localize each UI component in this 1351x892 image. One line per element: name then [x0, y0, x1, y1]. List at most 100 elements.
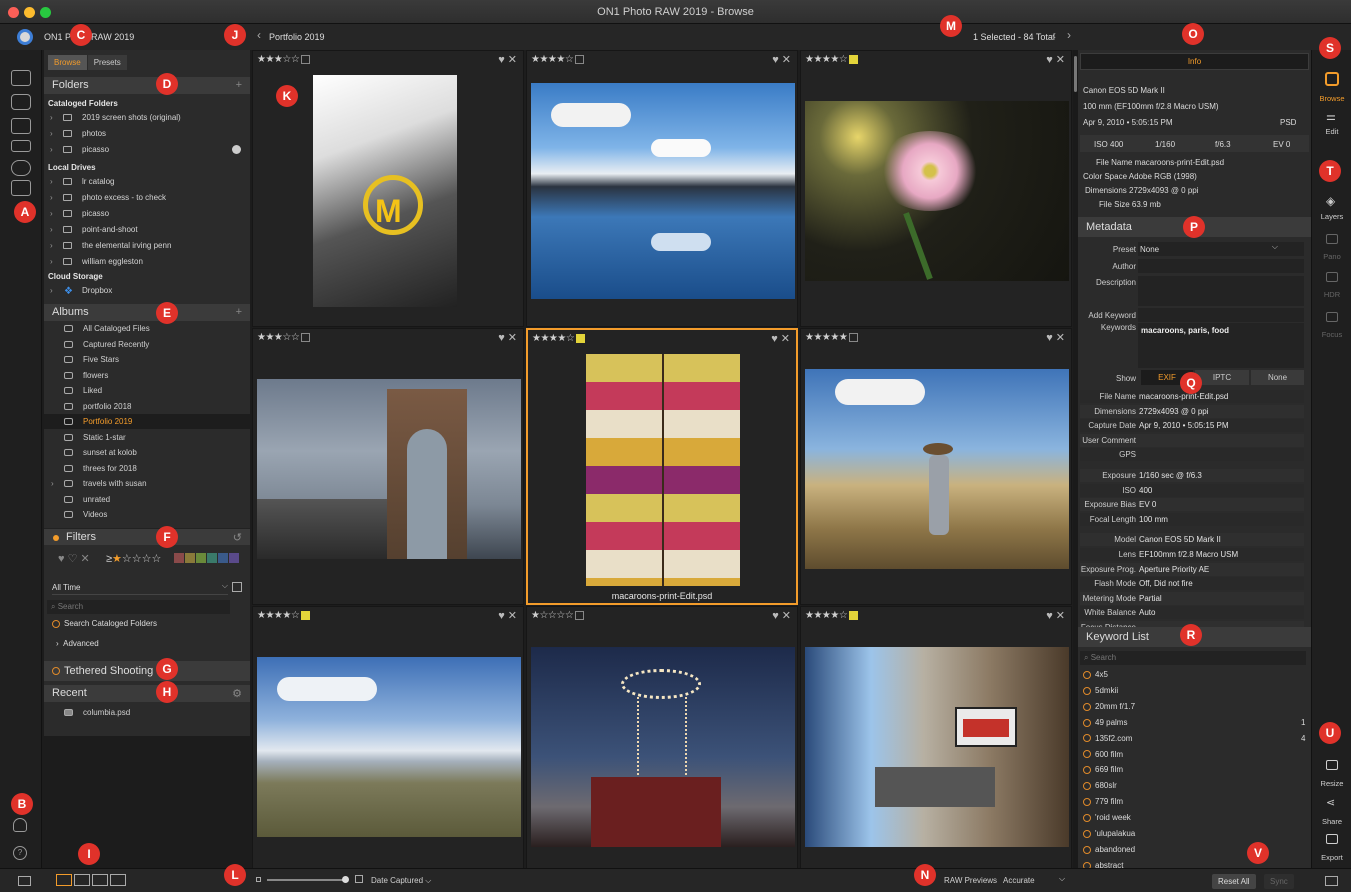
share-label[interactable]: Share	[1312, 817, 1351, 826]
compare-view-icon[interactable]	[110, 874, 126, 886]
color-label[interactable]	[301, 610, 311, 620]
monitor-icon[interactable]	[11, 70, 31, 86]
keyword-item[interactable]: 600 film	[1083, 750, 1309, 759]
star-rating[interactable]: ★★★★☆	[532, 333, 586, 344]
tethered-header[interactable]: Tethered Shooting	[44, 661, 250, 681]
color-label-swatch[interactable]	[185, 553, 195, 563]
photo-thumbnail[interactable]	[805, 369, 1069, 569]
keyword-item[interactable]: 779 film	[1083, 797, 1309, 806]
tab-browse[interactable]: Browse	[48, 55, 87, 70]
like-reject-icons[interactable]: ♥ ✕	[771, 332, 790, 345]
color-label[interactable]	[849, 54, 859, 64]
recent-header[interactable]: Recent ⚙	[44, 685, 250, 702]
search-cataloged-option[interactable]: Search Cataloged Folders	[52, 619, 157, 628]
layers-icon[interactable]: ◈	[1326, 194, 1335, 208]
layers-mode-label[interactable]: Layers	[1312, 212, 1351, 221]
albums-icon[interactable]	[11, 180, 31, 196]
star-rating[interactable]: ★★★★★	[805, 332, 859, 343]
star-rating[interactable]: ★★★★☆	[531, 54, 585, 65]
color-label-swatch[interactable]	[218, 553, 228, 563]
sort-select[interactable]: Date Captured ⌵	[371, 876, 431, 886]
color-label[interactable]	[575, 610, 585, 620]
toggle-right-panel-icon[interactable]	[1325, 876, 1338, 886]
album-item[interactable]: All Cataloged Files	[44, 321, 250, 336]
keyword-checkbox-icon[interactable]	[1083, 750, 1091, 759]
camera-icon[interactable]	[11, 94, 31, 110]
resize-icon[interactable]	[1326, 760, 1338, 770]
resize-label[interactable]: Resize	[1312, 779, 1351, 788]
keyword-checkbox-icon[interactable]	[1083, 734, 1091, 743]
albums-header[interactable]: Albums +	[44, 304, 250, 321]
keyword-checkbox-icon[interactable]	[1083, 845, 1091, 854]
edit-mode-label[interactable]: Edit	[1312, 127, 1351, 136]
thumbnail-cell[interactable]: ★★★★☆ ♥ ✕ macaroons-print-Edit.psd	[526, 328, 798, 605]
keyword-checkbox-icon[interactable]	[1083, 686, 1091, 695]
keywords-field[interactable]: macaroons, paris, food	[1138, 323, 1304, 368]
photo-thumbnail[interactable]	[257, 657, 521, 837]
keyword-checkbox-icon[interactable]	[1083, 670, 1091, 679]
photo-thumbnail[interactable]	[805, 647, 1069, 847]
color-label[interactable]	[849, 332, 859, 342]
export-label[interactable]: Export	[1312, 853, 1351, 862]
album-item[interactable]: threes for 2018	[44, 461, 250, 476]
like-reject-icons[interactable]: ♥ ✕	[772, 609, 791, 622]
drive-row[interactable]: › the elemental irving penn	[44, 239, 250, 253]
keyword-item[interactable]: 'ulupalakua	[1083, 829, 1309, 838]
photo-thumbnail[interactable]	[586, 354, 740, 586]
thumbnail-cell[interactable]: ★★★★☆ ♥ ✕	[252, 606, 524, 883]
calendar-icon[interactable]	[232, 582, 242, 592]
recent-item[interactable]: columbia.psd	[44, 705, 250, 720]
keyword-item[interactable]: 135f2.com 4	[1083, 734, 1309, 743]
album-item[interactable]: Liked	[44, 383, 250, 398]
grid-scroll-thumb[interactable]	[1074, 56, 1077, 92]
keyword-checkbox-icon[interactable]	[1083, 766, 1091, 775]
folder-row[interactable]: › picasso	[44, 143, 250, 157]
sync-button[interactable]: Sync	[1264, 874, 1294, 889]
show-iptc-button[interactable]: IPTC	[1195, 370, 1249, 385]
star-rating[interactable]: ★★★★☆	[805, 54, 859, 65]
drive-row[interactable]: › picasso	[44, 207, 250, 221]
keyword-item[interactable]: 669 film	[1083, 765, 1309, 774]
photo-thumbnail[interactable]	[531, 83, 795, 299]
like-reject-icons[interactable]: ♥ ✕	[498, 609, 517, 622]
browse-icon[interactable]	[1325, 72, 1339, 86]
album-item[interactable]: Portfolio 2019	[44, 414, 250, 429]
cloud-row[interactable]: › ❖ Dropbox	[44, 284, 250, 298]
color-label-swatch[interactable]	[229, 553, 239, 563]
photo-thumbnail[interactable]	[257, 379, 521, 559]
next-chevron-icon[interactable]: ›	[1067, 28, 1071, 42]
like-reject-icons[interactable]: ♥ ✕	[498, 331, 517, 344]
thumbnail-cell[interactable]: ★★★★☆ ♥ ✕	[800, 50, 1072, 327]
like-filter-icons[interactable]: ♥ ♡ ✕	[58, 552, 90, 565]
keyword-checkbox-icon[interactable]	[1083, 782, 1091, 791]
star-rating[interactable]: ★★★★☆	[805, 610, 859, 621]
drive-icon[interactable]	[11, 140, 31, 152]
album-item[interactable]: sunset at kolob	[44, 445, 250, 460]
keyword-checkbox-icon[interactable]	[1083, 813, 1091, 822]
thumbnail-size-slider[interactable]	[267, 879, 345, 881]
filmstrip-view-icon[interactable]	[92, 874, 108, 886]
thumbnail-cell[interactable]: ★★★★☆ ♥ ✕	[800, 606, 1072, 883]
drive-row[interactable]: › point-and-shoot	[44, 223, 250, 237]
album-item[interactable]: › travels with susan	[44, 476, 250, 491]
rating-filter[interactable]: ≥★☆☆☆☆	[106, 552, 161, 565]
tab-presets[interactable]: Presets	[87, 55, 127, 70]
add-folder-icon[interactable]: +	[236, 79, 242, 91]
drive-row[interactable]: › william eggleston	[44, 255, 250, 269]
add-keyword-field[interactable]	[1138, 308, 1304, 322]
color-label[interactable]	[576, 333, 586, 343]
filters-header[interactable]: Filters ↺	[44, 528, 250, 545]
keyword-item[interactable]: 20mm f/1.7	[1083, 702, 1309, 711]
color-label-swatch[interactable]	[196, 553, 206, 563]
color-label[interactable]	[575, 54, 585, 64]
color-label-swatch[interactable]	[207, 553, 217, 563]
color-filter[interactable]	[174, 553, 240, 563]
filter-search-input[interactable]: ⌕ Search	[47, 600, 230, 614]
like-reject-icons[interactable]: ♥ ✕	[1046, 609, 1065, 622]
keyword-checkbox-icon[interactable]	[1083, 718, 1091, 727]
album-item[interactable]: unrated	[44, 492, 250, 507]
album-item[interactable]: portfolio 2018	[44, 399, 250, 414]
back-chevron-icon[interactable]: ‹	[257, 28, 261, 42]
recent-settings-icon[interactable]: ⚙	[232, 687, 242, 700]
photo-thumbnail[interactable]	[531, 647, 795, 847]
